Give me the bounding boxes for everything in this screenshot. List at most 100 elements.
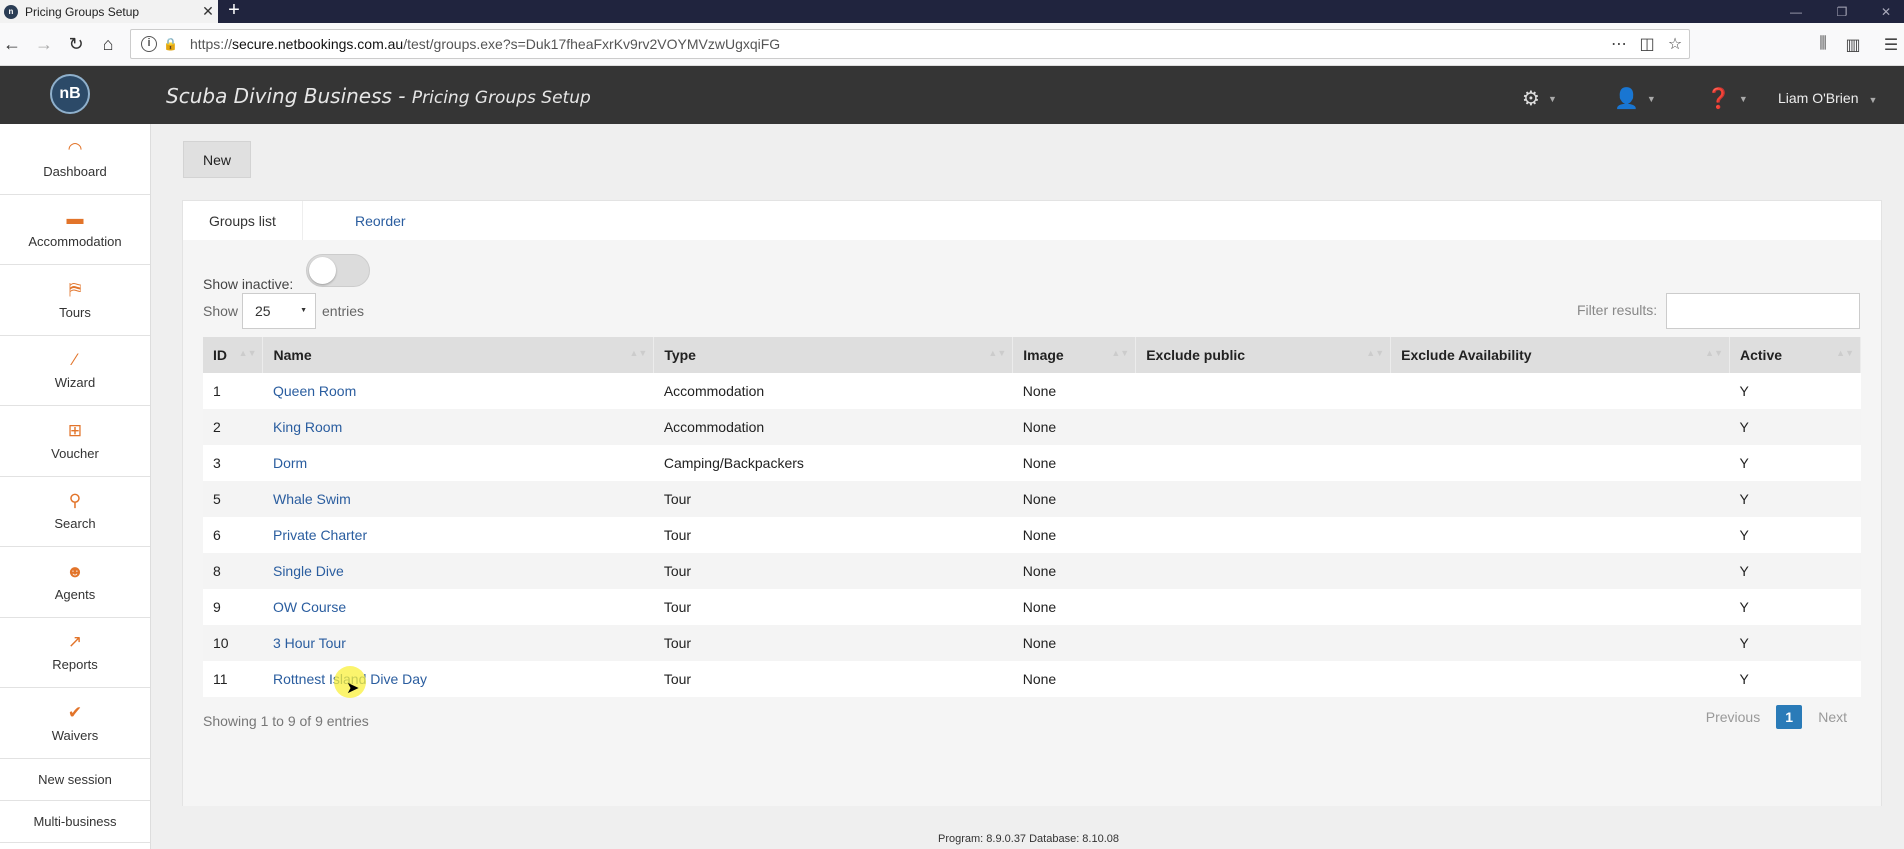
group-name-link[interactable]: Whale Swim xyxy=(262,481,654,517)
cell-id: 11 xyxy=(213,671,228,687)
search-icon: ⚲ xyxy=(68,491,82,511)
sidebar-item-search[interactable]: ⚲ Search xyxy=(0,477,150,547)
cell-active: Y xyxy=(1729,409,1861,445)
restore-icon[interactable]: ❐ xyxy=(1822,0,1862,23)
netbookings-logo[interactable]: nB xyxy=(50,74,90,114)
column-header-name[interactable]: Name ▲▼ xyxy=(262,337,655,373)
entries-info: Showing 1 to 9 of 9 entries xyxy=(203,713,369,729)
tours-icon: ⛿ xyxy=(68,279,82,299)
cell-exclude-availability xyxy=(1391,445,1730,481)
new-button[interactable]: New xyxy=(183,141,251,178)
more-actions-icon[interactable]: ⋯ xyxy=(1605,34,1633,54)
cell-exclude-availability xyxy=(1391,373,1730,409)
cell-exclude-availability xyxy=(1391,661,1730,697)
cell-id: 10 xyxy=(203,625,263,661)
bed-icon: ▬ xyxy=(66,209,84,229)
cell-exclude-public xyxy=(1135,409,1391,445)
cell-exclude-public xyxy=(1136,445,1391,481)
group-name-link[interactable]: Private Charter xyxy=(263,517,654,553)
reload-icon[interactable]: ↻ xyxy=(64,33,88,57)
cell-type: Tour xyxy=(653,481,1013,517)
column-header-image[interactable]: Image ▲▼ xyxy=(1012,337,1137,373)
cell-exclude-public xyxy=(1135,625,1391,661)
window-close-icon[interactable]: ✕ xyxy=(1866,0,1904,23)
group-name-link[interactable]: OW Course xyxy=(263,589,654,625)
column-header-exclude-availability[interactable]: Exclude Availability ▲▼ xyxy=(1390,337,1730,373)
library-icon[interactable]: ⫼ xyxy=(1812,35,1834,53)
page-title: Scuba Diving Business - Pricing Groups S… xyxy=(166,84,591,108)
menu-icon[interactable]: ☰ xyxy=(1880,35,1902,55)
site-info-icon[interactable]: i xyxy=(141,36,157,52)
group-name-link[interactable]: Dorm xyxy=(263,445,654,481)
previous-page-button[interactable]: Previous xyxy=(1696,709,1770,725)
cell-exclude-public xyxy=(1136,589,1391,625)
cell-type: Camping/Backpackers xyxy=(663,455,804,471)
cell-active: Y xyxy=(1739,671,1749,687)
sidebar-toggle-icon[interactable]: ▥ xyxy=(1842,35,1864,55)
column-header-id[interactable]: ID ▲▼ xyxy=(203,337,264,373)
pagination: Previous 1 Next xyxy=(1696,705,1857,729)
tab-bar: Groups list Reorder xyxy=(183,201,1881,241)
cell-exclude-availability xyxy=(1390,409,1730,445)
cell-image: None xyxy=(1022,527,1057,543)
help-menu[interactable]: ❓ ▼ xyxy=(1706,86,1748,111)
cell-active: Y xyxy=(1739,455,1749,471)
tab-close-icon[interactable]: ✕ xyxy=(198,3,218,20)
forward-icon[interactable]: → xyxy=(32,33,56,57)
cell-active: Y xyxy=(1739,599,1749,615)
group-name-link[interactable]: 3 Hour Tour xyxy=(262,625,654,661)
agent-menu[interactable]: 👤 ▼ xyxy=(1614,86,1656,111)
back-icon[interactable]: ← xyxy=(0,33,24,57)
sidebar-item-voucher[interactable]: ⊞ Voucher xyxy=(0,406,150,477)
table-row: 5 Whale Swim Tour None Y xyxy=(203,481,1861,517)
sidebar-item-reports[interactable]: ↗ Reports xyxy=(0,618,150,688)
url-text[interactable]: https://secure.netbookings.com.au/test/g… xyxy=(190,36,1605,52)
cell-id: 1 xyxy=(213,383,221,399)
chevron-down-icon: ▼ xyxy=(1868,95,1878,105)
column-header-exclude-public[interactable]: Exclude public ▲▼ xyxy=(1135,337,1392,373)
cell-type: Accommodation xyxy=(653,409,1013,445)
bookmark-star-icon[interactable]: ☆ xyxy=(1661,34,1689,54)
sidebar-item-tours[interactable]: ⛿ Tours xyxy=(0,265,150,336)
column-header-active[interactable]: Active ▲▼ xyxy=(1729,337,1861,373)
table-row: 8 Single Dive Tour None Y xyxy=(203,553,1861,589)
table-row: 9 OW Course Tour None Y xyxy=(203,589,1861,625)
filter-input[interactable] xyxy=(1666,293,1860,329)
user-menu[interactable]: Liam O'Brien ▼ xyxy=(1778,90,1877,106)
column-header-type[interactable]: Type ▲▼ xyxy=(653,337,1014,373)
group-name-link[interactable]: Rottnest Island Dive Day xyxy=(263,661,654,697)
browser-tab[interactable]: n Pricing Groups Setup ✕ xyxy=(0,0,218,23)
sidebar-item-multi-business[interactable]: Multi-business xyxy=(0,801,150,843)
show-inactive-toggle[interactable] xyxy=(306,254,370,287)
tab-groups-list[interactable]: Groups list xyxy=(183,201,303,241)
sidebar-item-dashboard[interactable]: ◠ Dashboard xyxy=(0,124,150,195)
group-name-link[interactable]: Queen Room xyxy=(263,373,654,409)
sidebar-item-waivers[interactable]: ✔ Waivers xyxy=(0,688,150,759)
pocket-icon[interactable]: ◫ xyxy=(1633,34,1661,54)
entries-per-page-select[interactable]: 25 ▼ xyxy=(242,293,316,329)
sidebar-item-new-session[interactable]: New session xyxy=(0,759,150,801)
new-tab-icon[interactable]: + xyxy=(222,0,246,23)
table-row: 6 Private Charter Tour None Y xyxy=(203,517,1861,553)
tab-reorder[interactable]: Reorder xyxy=(329,201,432,241)
group-name-link[interactable]: King Room xyxy=(262,409,654,445)
url-bar[interactable]: i 🔒 https://secure.netbookings.com.au/te… xyxy=(130,29,1690,59)
cell-active: Y xyxy=(1729,553,1861,589)
home-icon[interactable]: ⌂ xyxy=(96,33,120,57)
settings-menu[interactable]: ⚙ ▼ xyxy=(1522,86,1557,111)
cell-type: Accommodation xyxy=(663,383,765,399)
cell-image: None xyxy=(1022,671,1057,687)
cell-id: 5 xyxy=(203,481,263,517)
sidebar-item-wizard[interactable]: ⁄ Wizard xyxy=(0,336,150,406)
next-page-button[interactable]: Next xyxy=(1808,709,1857,725)
sidebar-item-agents[interactable]: ☻ Agents xyxy=(0,547,150,618)
group-name-link[interactable]: Single Dive xyxy=(262,553,654,589)
minimize-icon[interactable]: — xyxy=(1776,0,1816,23)
lock-icon: 🔒 xyxy=(163,37,178,51)
cell-exclude-public xyxy=(1135,553,1391,589)
sidebar-item-accommodation[interactable]: ▬ Accommodation xyxy=(0,195,150,265)
cell-exclude-public xyxy=(1136,661,1391,697)
page-1-button[interactable]: 1 xyxy=(1776,705,1803,729)
cell-exclude-availability xyxy=(1390,625,1730,661)
cell-type: Tour xyxy=(653,625,1013,661)
